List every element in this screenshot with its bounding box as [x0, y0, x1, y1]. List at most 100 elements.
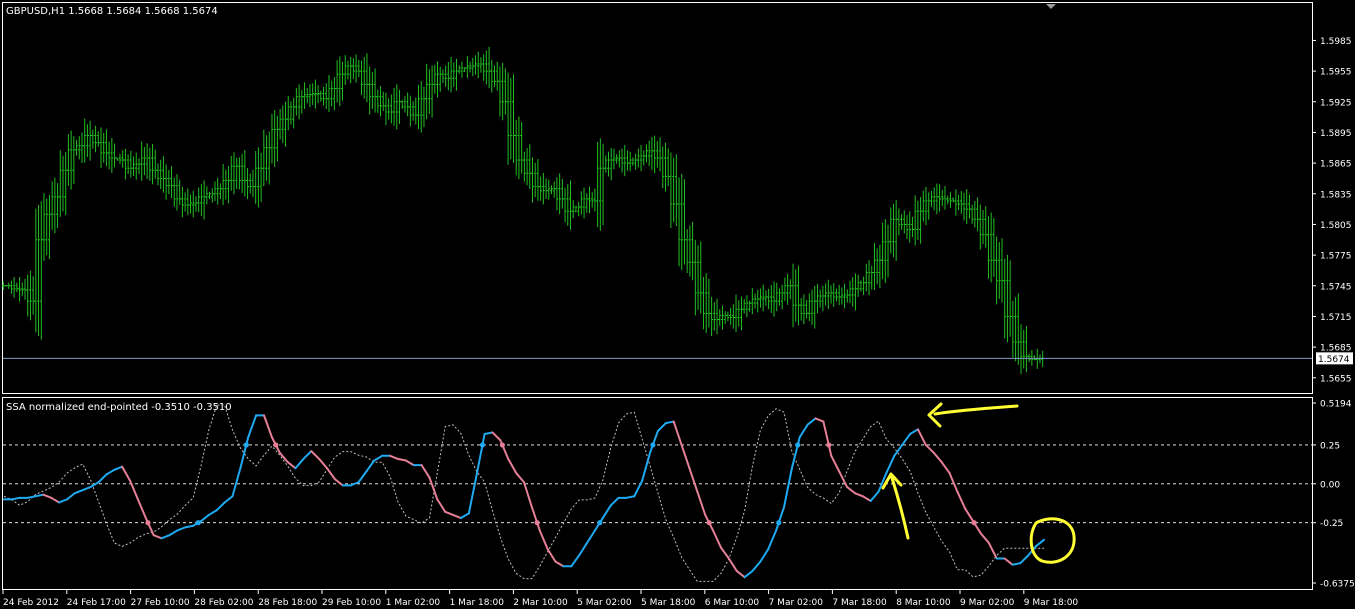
ssa-segment: [601, 504, 612, 520]
chart-shift-marker[interactable]: [1046, 4, 1056, 9]
price-bar: [889, 207, 893, 254]
price-bar: [948, 191, 952, 208]
ssa-segment: [444, 510, 455, 516]
price-bar: [997, 242, 1001, 299]
price-bar: [392, 87, 396, 126]
price-bar: [541, 172, 545, 205]
price-bar: [262, 129, 266, 187]
time-tick-label: 28 Feb 18:00: [258, 598, 317, 608]
price-bar: [414, 97, 418, 125]
price-bar: [587, 186, 591, 214]
price-bar: [1000, 238, 1004, 303]
ssa-segment: [1035, 538, 1045, 548]
indicator-levels: [3, 444, 1312, 524]
price-bar: [639, 144, 643, 172]
price-bar: [840, 287, 844, 305]
price-bar: [12, 277, 16, 298]
price-bar: [1014, 297, 1018, 362]
price-bar: [777, 288, 781, 306]
price-bar: [794, 269, 798, 322]
price-bar: [134, 152, 138, 180]
price-bar: [929, 190, 933, 207]
ssa-segment: [404, 459, 415, 467]
price-bar: [824, 283, 828, 306]
ssa-segment: [373, 454, 384, 462]
ssa-segment: [42, 493, 53, 499]
price-bar: [427, 69, 431, 114]
price-bar: [650, 137, 654, 170]
ssa-segment: [783, 467, 793, 509]
price-bar: [102, 132, 106, 163]
ssa-segment: [184, 524, 195, 529]
price-bar: [205, 186, 209, 205]
ssa-segment: [459, 512, 470, 520]
price-bar: [148, 147, 152, 181]
price-bar: [1003, 258, 1007, 339]
price-bar: [474, 55, 478, 75]
ssa-segment: [869, 490, 880, 502]
price-bar: [403, 96, 407, 113]
price-bar: [370, 72, 374, 109]
price-bar: [47, 195, 51, 259]
ssa-segment: [649, 429, 659, 454]
price-bar: [26, 274, 30, 317]
price-bar: [617, 150, 621, 168]
ssa-segment: [1003, 557, 1014, 566]
price-bar: [232, 152, 236, 195]
price-bar: [886, 224, 890, 278]
price-bar: [113, 143, 117, 168]
price-tick-label: 1.5745: [1320, 282, 1352, 292]
price-bar: [821, 285, 825, 312]
ssa-segment: [507, 457, 518, 474]
price-bar: [900, 214, 904, 230]
price-bar: [319, 90, 323, 102]
ssa-segment: [333, 478, 344, 487]
price-bar: [875, 248, 879, 285]
price-bar: [303, 82, 307, 109]
price-bar: [764, 290, 768, 306]
price-bar: [897, 208, 901, 236]
price-bar: [663, 142, 667, 192]
price-bar: [237, 157, 241, 190]
price-bar: [989, 212, 993, 283]
price-bar: [406, 92, 410, 117]
price-bar: [512, 74, 516, 163]
ssa-segment: [294, 457, 305, 470]
main-pane-header: GBPUSD,H1 1.5668 1.5684 1.5668 1.5674: [6, 6, 218, 17]
price-bar: [976, 197, 980, 232]
ssa-segment: [838, 470, 849, 488]
indicator-tick-label: 0.00: [1320, 480, 1340, 490]
price-bar: [58, 150, 62, 217]
price-bar: [346, 60, 350, 80]
price-bar: [64, 152, 68, 216]
price-bar: [959, 191, 963, 214]
price-bar: [490, 59, 494, 93]
ssa-segment: [909, 428, 919, 436]
price-bar: [61, 155, 65, 212]
ssa-segment: [247, 414, 258, 439]
price-bar: [582, 187, 586, 219]
time-tick-label: 9 Mar 02:00: [960, 598, 1015, 608]
price-bar: [558, 173, 562, 215]
ssa-segment: [530, 506, 541, 532]
price-bar: [919, 197, 923, 244]
price-bar: [503, 68, 507, 115]
ssa-segment: [326, 467, 336, 481]
price-bar: [354, 54, 358, 83]
price-bar: [615, 154, 619, 164]
price-bar: [191, 190, 195, 218]
price-bar: [701, 276, 705, 330]
time-tick-label: 5 Mar 02:00: [577, 598, 632, 608]
price-bar: [539, 176, 543, 201]
chart-canvas: GBPUSD,H1 1.5668 1.5684 1.5668 1.5674 SS…: [1, 2, 1355, 608]
price-bar: [316, 85, 320, 104]
ssa-segment: [578, 541, 589, 557]
price-bar: [189, 194, 193, 214]
price-bar: [1016, 293, 1020, 365]
price-bar: [53, 177, 57, 234]
price-bar: [338, 56, 342, 107]
price-bar: [685, 229, 689, 273]
price-bar: [446, 62, 450, 91]
price-bar: [628, 151, 632, 172]
price-bar: [463, 67, 467, 73]
